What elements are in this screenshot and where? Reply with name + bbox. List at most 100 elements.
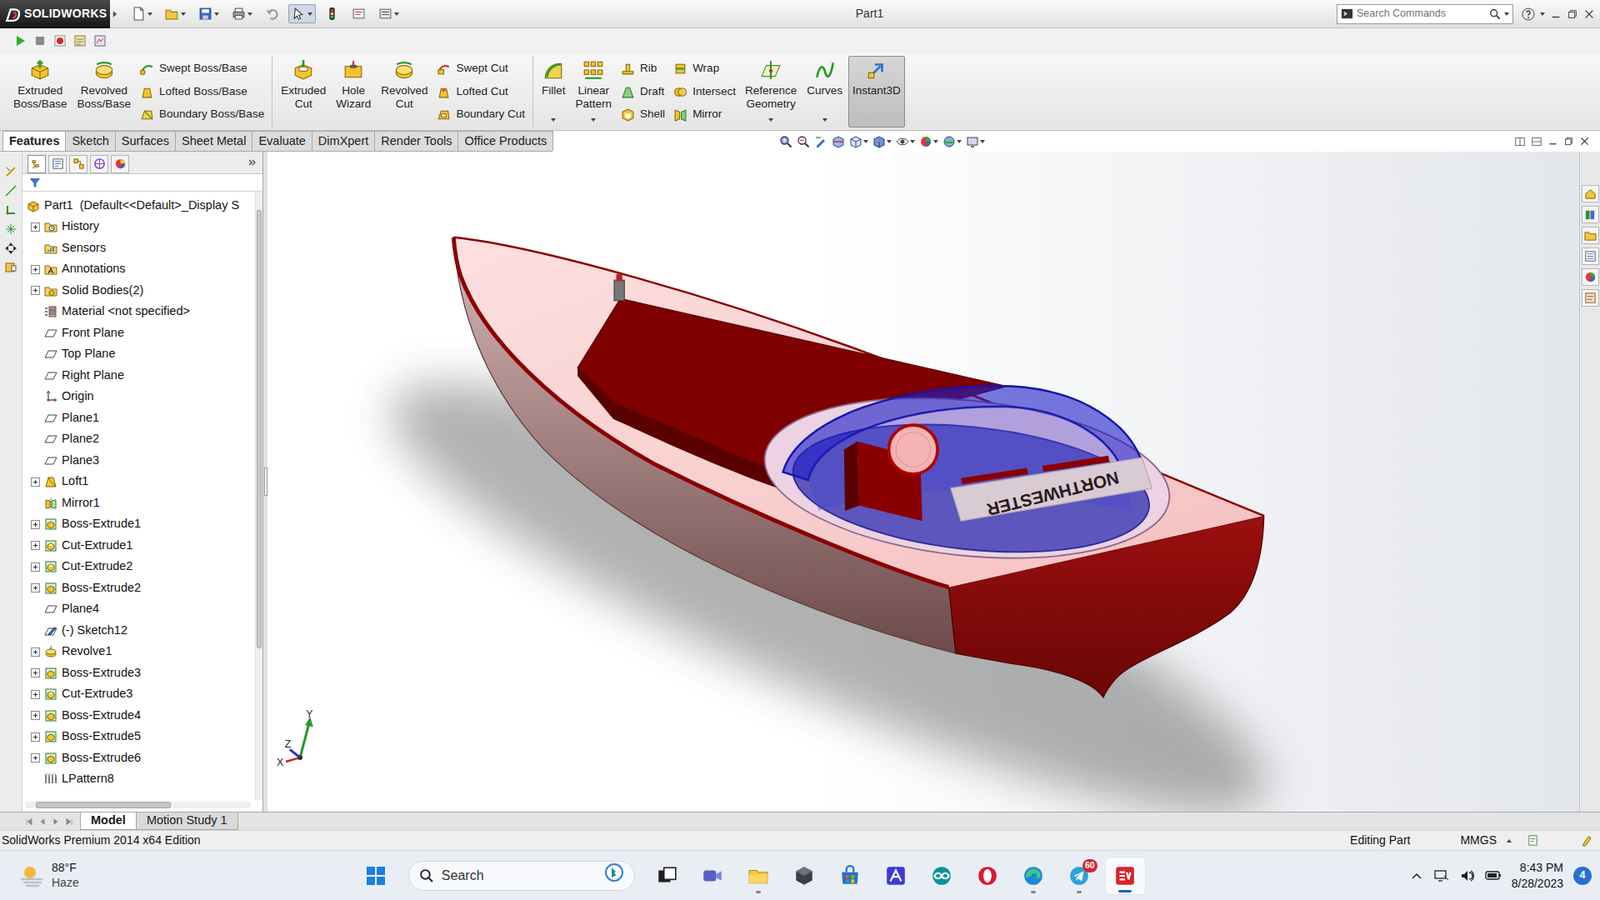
tree-item[interactable]: Plane3 [22, 450, 255, 472]
stop-icon[interactable] [33, 34, 47, 48]
tree-item[interactable]: Cut-Extrude1 [22, 535, 255, 557]
expand-toggle[interactable] [30, 753, 40, 763]
expand-toggle[interactable] [30, 520, 40, 530]
ribbon-button[interactable]: Revolved Boss/Base [73, 55, 136, 128]
command-tab[interactable]: Sheet Metal [175, 130, 253, 151]
tree-item[interactable]: Origin [22, 386, 255, 409]
tree-item[interactable]: Plane1 [22, 407, 255, 430]
expand-toggle[interactable] [30, 477, 40, 487]
command-search[interactable] [1336, 4, 1514, 25]
panel-tab[interactable] [90, 155, 109, 174]
menu-arrow-icon[interactable] [110, 7, 120, 21]
expand-toggle[interactable] [30, 710, 40, 720]
move-icon[interactable] [4, 241, 18, 255]
ribbon-small-button[interactable]: Lofted Boss/Base [140, 80, 265, 104]
scroll-thumb[interactable] [256, 210, 262, 649]
taskbar-app[interactable] [830, 856, 871, 895]
ribbon-small-button[interactable]: Lofted Cut [436, 80, 525, 104]
dropdown-arrow-icon[interactable] [550, 118, 556, 122]
task-pane-tab[interactable] [1581, 185, 1600, 203]
clock[interactable]: 8:43 PM8/28/2023 [1511, 860, 1564, 890]
task-pane-tab[interactable] [1581, 226, 1600, 245]
tree-item[interactable]: Boss-Extrude6 [22, 747, 255, 770]
taskbar-app[interactable] [1105, 856, 1146, 895]
tree-item[interactable]: History [22, 216, 255, 239]
task-pane-tab[interactable] [1581, 247, 1600, 265]
ribbon-small-button[interactable]: Boundary Boss/Base [140, 103, 265, 126]
ribbon-button[interactable]: Reference Geometry [740, 55, 801, 128]
tree-item[interactable]: (-) Sketch12 [22, 620, 255, 642]
tree-item[interactable]: Sensors [22, 237, 255, 260]
view-tool-button[interactable] [895, 135, 915, 149]
help-icon[interactable] [1521, 7, 1535, 21]
taskbar-search[interactable]: Search [408, 860, 635, 891]
dropdown-arrow-icon[interactable] [1504, 12, 1510, 16]
dropdown-arrow-icon[interactable] [980, 140, 985, 144]
ribbon-button[interactable]: Curves [802, 55, 847, 128]
view-tool-button[interactable] [919, 135, 939, 149]
tree-item[interactable]: Front Plane [22, 322, 255, 345]
solidworks-logo[interactable]: SOLIDWORKS [0, 0, 110, 29]
expand-toggle[interactable] [30, 732, 40, 742]
view-tool-button[interactable] [814, 135, 828, 149]
ribbon-button[interactable]: Hole Wizard [331, 55, 375, 128]
taskbar-app[interactable] [967, 856, 1009, 895]
note-icon[interactable] [4, 260, 18, 275]
ribbon-small-button[interactable]: Mirror [673, 103, 736, 126]
taskbar-app[interactable] [784, 856, 825, 895]
dropdown-arrow-icon[interactable] [214, 12, 220, 16]
tree-item[interactable]: Right Plane [22, 365, 255, 387]
taskbar-app[interactable] [646, 856, 688, 895]
ribbon-button[interactable]: Extruded Boss/Base [9, 55, 72, 128]
new-macro-icon[interactable] [73, 34, 87, 48]
panel-tab[interactable] [48, 155, 67, 174]
view-tool-button[interactable] [796, 135, 810, 149]
restore-icon[interactable] [1563, 135, 1575, 147]
tile-horizontal-icon[interactable] [1530, 135, 1543, 148]
command-tab[interactable]: Office Products [457, 130, 554, 151]
taskbar-app[interactable] [738, 856, 780, 895]
view-tool-button[interactable] [831, 135, 845, 149]
tree-item[interactable]: Annotations [22, 259, 255, 281]
ribbon-small-button[interactable]: Swept Cut [436, 57, 525, 80]
dropdown-arrow-icon[interactable] [307, 12, 313, 16]
ribbon-small-button[interactable]: Boundary Cut [436, 103, 525, 126]
tree-item[interactable]: Top Plane [22, 344, 255, 366]
quick-access-button[interactable] [375, 4, 403, 24]
command-tab[interactable]: Render Tools [374, 130, 459, 151]
quick-tips-icon[interactable] [1526, 834, 1540, 847]
quick-access-button[interactable] [288, 4, 316, 24]
expand-toggle[interactable] [30, 668, 40, 678]
record-icon[interactable] [53, 34, 67, 48]
nav-arrow-icon[interactable] [65, 817, 74, 826]
dropdown-arrow-icon[interactable] [933, 140, 939, 144]
nav-arrow-icon[interactable] [25, 817, 34, 826]
ribbon-button[interactable]: Instant3D [848, 55, 905, 128]
dropdown-arrow-icon[interactable] [863, 140, 869, 144]
dropdown-arrow-icon[interactable] [590, 118, 596, 122]
horizontal-scrollbar[interactable] [25, 801, 251, 809]
units-up-arrow-icon[interactable] [1506, 839, 1512, 843]
tree-item[interactable]: Mirror1 [22, 492, 255, 515]
ribbon-button[interactable]: Extruded Cut [276, 55, 330, 128]
ribbon-small-button[interactable]: Draft [620, 80, 665, 104]
network-monitor-icon[interactable] [1433, 868, 1450, 884]
tree-item[interactable]: Solid Bodies(2) [22, 280, 255, 302]
task-pane-tab[interactable] [1581, 268, 1600, 286]
search-input[interactable] [1356, 5, 1486, 22]
task-pane-tab[interactable] [1581, 289, 1600, 307]
speaker-icon[interactable] [1460, 868, 1475, 884]
units-label[interactable]: MMGS [1460, 831, 1497, 850]
taskbar-app[interactable] [875, 856, 917, 895]
quick-access-button[interactable] [228, 4, 256, 24]
edit-macro-icon[interactable] [93, 34, 107, 48]
quick-access-button[interactable] [348, 4, 370, 24]
taskbar-app[interactable]: 60 [1059, 856, 1100, 895]
tree-item[interactable]: Revolve1 [22, 641, 255, 664]
bing-button[interactable] [604, 862, 625, 889]
quick-access-button[interactable] [128, 4, 156, 24]
tree-item[interactable]: Loft1 [22, 471, 255, 494]
command-tab[interactable]: Sketch [65, 130, 115, 151]
graphics-area[interactable]: NORTHWESTERYZX [267, 151, 1580, 812]
command-tab[interactable]: DimXpert [311, 130, 375, 151]
